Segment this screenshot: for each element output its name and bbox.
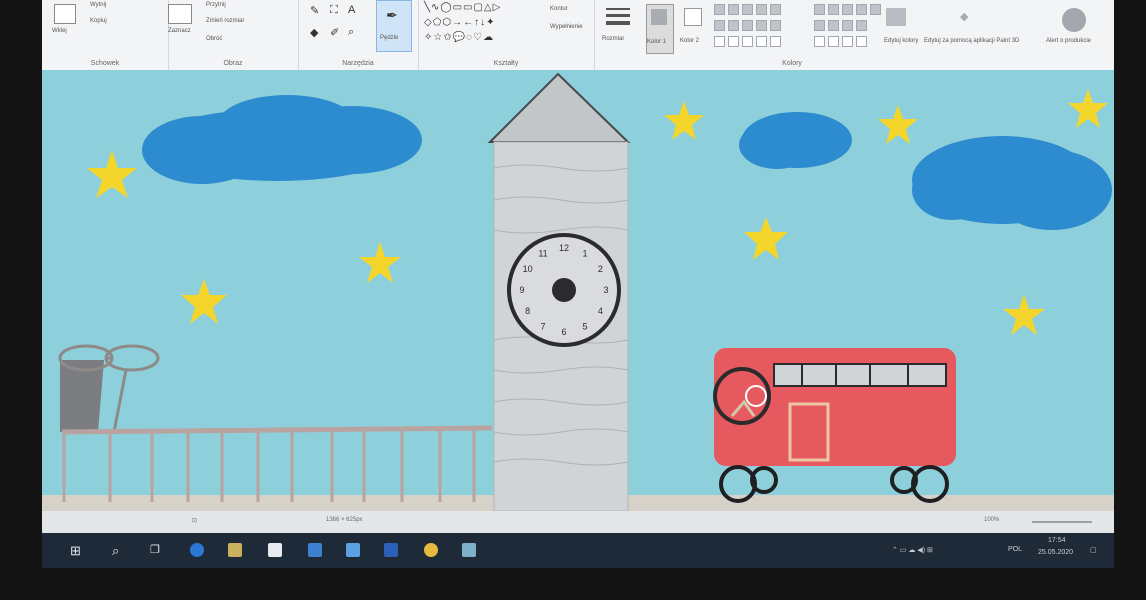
size-button[interactable]: Rozmiar (598, 0, 638, 70)
clipboard-group: Wklej Wytnij Kopiuj Schowek (42, 0, 169, 70)
drawing-canvas[interactable]: 121234567891011 (42, 70, 1114, 511)
clock-time[interactable]: 17:54 (1048, 537, 1066, 544)
color2-button[interactable]: Kolor 2 (680, 4, 706, 52)
zoom-slider[interactable] (1032, 521, 1092, 523)
fill-button[interactable]: Wypełnienie (550, 24, 583, 30)
resize-button[interactable]: Zmień rozmiar (206, 18, 244, 24)
task-view-icon[interactable]: ❐ (150, 543, 164, 557)
paste-button[interactable]: Wklej (52, 28, 67, 34)
clock-number: 8 (525, 306, 530, 316)
select-button[interactable]: Zaznacz (168, 28, 191, 34)
shapes-group-label: Kształty (493, 60, 519, 67)
selection-icon: ⊡ (192, 518, 198, 524)
color-picker-icon[interactable]: ✐ (330, 26, 339, 39)
clock-date[interactable]: 25.05.2020 (1038, 549, 1073, 556)
paste-icon[interactable] (54, 4, 76, 24)
brushes-button[interactable]: ✒ Pędzle (376, 0, 412, 52)
product-alert-button[interactable]: Alert o produkcie (1046, 38, 1091, 44)
shapes-gallery-row3-icon[interactable]: ✧☆✩💬◌♡☁ (424, 32, 494, 43)
zoom-level: 100% (984, 517, 1000, 523)
notifications-icon[interactable]: ▢ (1090, 546, 1097, 554)
outline-button[interactable]: Kontur (550, 6, 568, 12)
chrome-icon[interactable] (424, 543, 438, 557)
bus-ladder (773, 363, 947, 387)
tools-group-label: Narzędzia (342, 60, 374, 67)
photos-icon[interactable] (346, 543, 360, 557)
clock-number: 1 (582, 249, 587, 259)
edit-colors-icon[interactable] (886, 8, 906, 26)
colors-group-label: Kolory (782, 60, 802, 67)
fill-bucket-icon[interactable]: ⛶ (330, 4, 338, 17)
paint3d-button[interactable]: Edytuj za pomocą aplikacji Paint 3D (924, 38, 1019, 44)
colors-group: Kolor 1 Kolor 2 Edytuj kolory ◆ Edytuj z… (642, 0, 1112, 70)
status-bar: ⊡ 1366 × 625px 100% (42, 511, 1114, 533)
clock-tower: 121234567891011 (487, 72, 631, 511)
mail-icon[interactable] (308, 543, 322, 557)
paint3d-icon[interactable]: ◆ (960, 10, 968, 23)
language-indicator[interactable]: POL (1008, 546, 1022, 553)
tray-icons[interactable]: ⌃ ▭ ☁ ◀) ⊞ (892, 546, 933, 554)
store-icon[interactable] (268, 543, 282, 557)
cut-button[interactable]: Wytnij (90, 2, 106, 8)
ribbon: Wklej Wytnij Kopiuj Schowek Zaznacz Przy… (42, 0, 1114, 71)
clock-number: 12 (559, 243, 569, 253)
select-icon[interactable] (168, 4, 192, 24)
edit-colors-button[interactable]: Edytuj kolory (884, 38, 918, 44)
shapes-gallery-row2-icon[interactable]: ◇⬠⬡→←↑↓✦ (424, 17, 496, 28)
magnifier-icon[interactable]: ⌕ (348, 26, 354, 39)
taskbar: ⊞ ⌕ ❐ ⌃ ▭ ☁ ◀) ⊞ POL 17:54 25.05.2020 ▢ (42, 533, 1114, 568)
clock-center (552, 278, 576, 302)
rotate-button[interactable]: Obróć (206, 36, 222, 42)
start-windows-icon[interactable]: ⊞ (70, 543, 84, 558)
brush-icon: ✒ (386, 7, 398, 23)
crop-button[interactable]: Przytnij (206, 2, 226, 8)
canvas-area[interactable]: 12 1 2 3 4 5 6 7 8 9 10 11 (42, 70, 1114, 511)
image-group: Zaznacz Przytnij Zmień rozmiar Obróć Obr… (168, 0, 299, 70)
shapes-gallery-row1-icon[interactable]: ╲∿◯▭▭▢△▷ (424, 2, 501, 13)
image-group-label: Obraz (223, 60, 243, 67)
paint-app-icon[interactable] (462, 543, 476, 557)
file-explorer-icon[interactable] (228, 543, 242, 557)
clock-number: 2 (598, 264, 603, 274)
color1-button[interactable]: Kolor 1 (646, 4, 674, 54)
color-palette[interactable] (714, 4, 882, 48)
search-icon[interactable]: ⌕ (112, 543, 126, 558)
product-alert-icon[interactable] (1062, 8, 1086, 32)
pencil-icon[interactable]: ✎ (310, 4, 319, 17)
shapes-group: ╲∿◯▭▭▢△▷ ◇⬠⬡→←↑↓✦ ✧☆✩💬◌♡☁ Kontur Wypełni… (418, 0, 595, 70)
clock-number: 3 (603, 285, 608, 295)
clock-number: 9 (519, 285, 524, 295)
clock-number: 6 (561, 327, 566, 337)
tools-group: ✎ ⛶ A ◆ ✐ ⌕ ✒ Pędzle Narzędzia (298, 0, 419, 70)
clock-number: 7 (540, 321, 545, 331)
copy-button[interactable]: Kopiuj (90, 18, 107, 24)
image-dimensions: 1366 × 625px (326, 517, 363, 523)
edge-icon[interactable] (190, 543, 204, 557)
word-icon[interactable] (384, 543, 398, 557)
clock-number: 10 (523, 264, 533, 274)
clock-number: 4 (598, 306, 603, 316)
eraser-icon[interactable]: ◆ (310, 26, 318, 39)
clock-number: 11 (538, 249, 547, 259)
paint-window: Wklej Wytnij Kopiuj Schowek Zaznacz Przy… (42, 0, 1114, 568)
text-tool-button[interactable]: A (348, 4, 355, 16)
clipboard-group-label: Schowek (90, 60, 120, 67)
clock-number: 5 (582, 321, 587, 331)
